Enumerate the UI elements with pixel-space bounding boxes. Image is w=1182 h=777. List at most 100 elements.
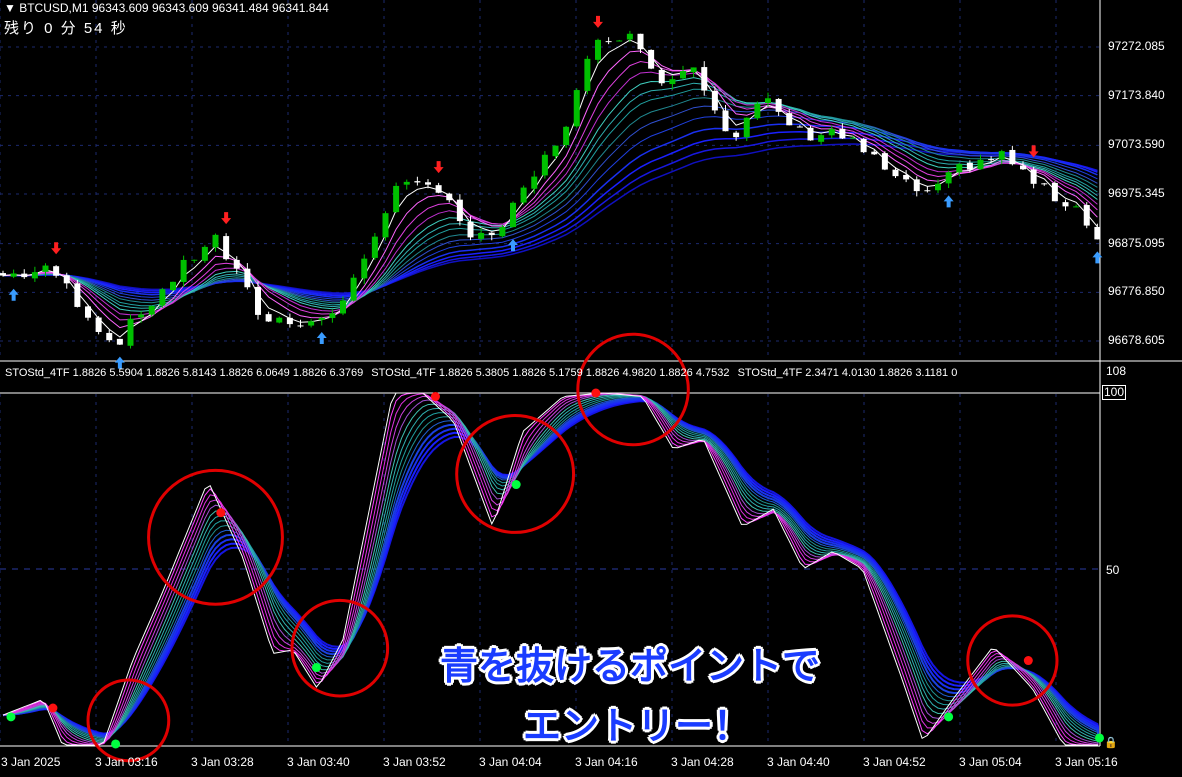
candle-body [308,321,315,326]
candle-body [1094,226,1101,240]
candle-body [127,318,134,346]
legend-entry: STOStd_4TF 1.8826 5.5904 1.8826 5.8143 1… [5,367,364,379]
candle-body [775,98,782,112]
candle-body [212,234,219,248]
sell-signal-dot [48,703,58,713]
candle [552,145,559,159]
candle [828,125,835,139]
moving-average-line [2,105,1098,302]
candle-body [616,40,623,42]
price-tick-label: 96776.850 [1108,284,1165,299]
time-tick-label: 3 Jan 03:28 [191,755,254,769]
candle [616,39,623,42]
candle-body [233,259,240,269]
sell-signal-dot [430,392,440,402]
candle-body [860,138,867,153]
buy-arrow-icon [943,195,954,208]
candle [127,314,134,349]
candle-body [361,258,368,279]
candle [531,170,538,194]
candle [255,281,261,320]
candle [456,194,463,226]
candle-body [488,232,495,235]
candle-body [765,98,771,104]
candle-body [297,325,304,327]
symbol-info: ▼ BTCUSD,M1 96343.609 96343.609 96341.48… [4,1,329,15]
sell-arrow-icon [51,242,62,255]
candle [223,233,230,261]
candle-body [403,181,410,185]
candle-body [159,289,166,306]
time-tick-label: 3 Jan 03:40 [287,755,350,769]
sell-arrow-icon [593,15,603,28]
candle-body [956,164,963,173]
candle-body [286,317,293,325]
candle-body [786,113,793,126]
candle [10,269,17,279]
candle-body [340,300,346,314]
candle-body [818,135,825,142]
candle [244,263,251,290]
candle [21,269,28,279]
legend-entry: STOStd_4TF 2.3471 4.0130 1.8826 3.1181 0 [737,367,958,379]
time-tick-label: 3 Jan 04:04 [479,755,542,769]
moving-average-line [2,143,1098,294]
candle-timer: 残り 0 分 54 秒 [4,20,128,37]
price-tick-label: 96678.605 [1108,333,1165,347]
candle-body [42,265,49,272]
candle [31,266,38,282]
buy-signal-dot [1095,733,1104,743]
candle [701,61,708,96]
candle [573,88,580,128]
candle-body [191,259,198,261]
time-tick-label: 3 Jan 04:28 [671,755,734,769]
candle-body [148,306,155,315]
candle [425,179,431,189]
candle-body [584,58,591,91]
candle-body [626,33,633,40]
candle-body [881,153,888,170]
candle-body [913,179,920,192]
sell-arrow-icon [221,212,232,225]
buy-arrow-icon [8,288,19,301]
candle [276,316,283,324]
candle-body [892,169,899,177]
candle-body [1051,182,1058,202]
candle-body [850,137,856,139]
candle-body [138,314,145,318]
candle [1094,223,1101,240]
annotation-circle [86,678,171,763]
candle [913,176,920,197]
candle-body [669,79,676,85]
candle-body [265,314,272,322]
moving-average-line [2,137,1098,296]
candle-body [85,306,91,318]
time-tick-label: 3 Jan 03:16 [95,755,158,769]
candle [414,176,421,186]
candle [85,305,91,321]
candle-body [446,193,453,201]
candle-body [680,71,686,79]
time-tick-label: 3 Jan 2025 [1,755,61,769]
candle-body [1030,169,1037,184]
candle [159,287,166,308]
candle [541,151,548,179]
candle [563,125,570,148]
lock-icon[interactable]: 🔒 [1104,736,1118,749]
price-tick-label: 97272.085 [1108,39,1165,53]
candle [446,192,453,203]
candle [170,281,176,291]
candle-body [10,273,17,277]
candle-body [605,41,612,43]
candle-body [998,151,1005,160]
candle-body [478,232,485,239]
price-tick-label: 96875.095 [1108,235,1165,250]
candle [53,265,60,278]
candle-body [329,313,336,318]
stochastic-smoothed-line [2,393,1099,744]
candle [1030,166,1037,189]
candle-body [1009,149,1016,165]
candle [860,137,867,154]
candle-body [903,174,910,180]
buy-signal-dot [511,480,521,490]
